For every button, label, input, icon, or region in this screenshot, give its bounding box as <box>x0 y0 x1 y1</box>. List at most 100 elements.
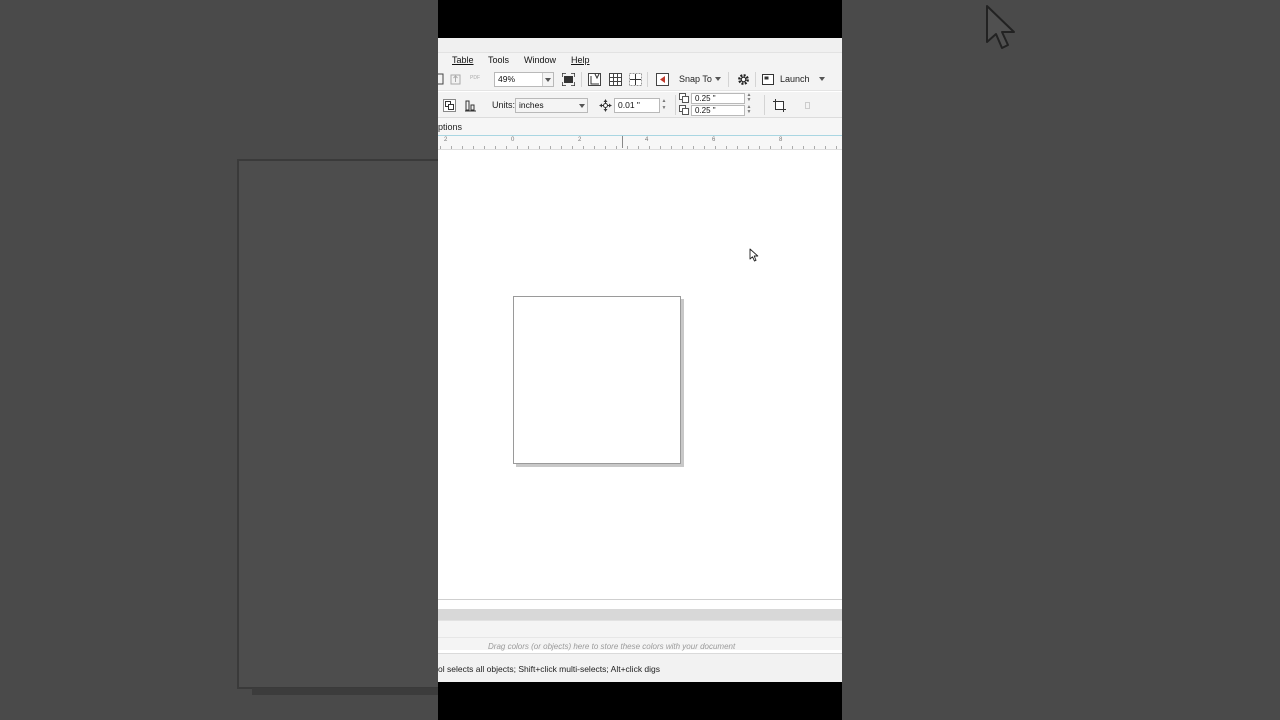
page-layout-icon[interactable] <box>442 98 456 112</box>
ruler-minor-tick <box>473 146 474 149</box>
units-select[interactable]: inches <box>515 98 588 113</box>
pdf-icon-label: PDF <box>470 75 480 81</box>
zoom-level-field[interactable]: 49% <box>494 72 554 87</box>
menu-table[interactable]: Table <box>452 55 474 65</box>
ruler-tick-label: 8 <box>779 137 783 143</box>
menu-help[interactable]: Help <box>571 55 590 65</box>
toolbar-separator <box>728 72 729 87</box>
status-text: ol selects all objects; Shift+click mult… <box>438 664 661 674</box>
ruler-minor-tick <box>715 146 716 149</box>
zoom-dropdown-button[interactable] <box>542 73 553 86</box>
status-bar: ol selects all objects; Shift+click mult… <box>438 653 842 682</box>
ruler-minor-tick <box>583 146 584 149</box>
ruler-minor-tick <box>704 146 705 149</box>
toolbar-separator <box>647 72 648 87</box>
document-palette[interactable]: Drag colors (or objects) here to store t… <box>438 620 842 651</box>
horizontal-ruler[interactable]: 2 0 2 4 6 8 <box>438 135 842 150</box>
duplicate-y-spinner[interactable]: ▲ ▼ <box>745 105 753 116</box>
ruler-minor-tick <box>484 146 485 149</box>
app-window: Table Tools Window Help PDF 49% Snap To … <box>438 0 842 720</box>
gear-icon[interactable] <box>736 72 750 86</box>
duplicate-x-value: 0.25 " <box>695 94 716 103</box>
duplicate-x-icon <box>678 93 690 103</box>
duplicate-y-icon <box>678 105 690 115</box>
nudge-distance-field[interactable]: 0.01 " <box>614 98 660 113</box>
ruler-tick-label: 2 <box>578 137 582 143</box>
ruler-minor-tick <box>814 146 815 149</box>
toolbar-separator <box>675 95 676 115</box>
app-content: Table Tools Window Help PDF 49% Snap To … <box>438 38 842 682</box>
ruler-minor-tick <box>451 146 452 149</box>
units-label: Units: <box>492 100 516 110</box>
ruler-minor-tick <box>539 146 540 149</box>
ruler-minor-tick <box>616 146 617 149</box>
ruler-minor-tick <box>682 146 683 149</box>
launch-icon[interactable] <box>761 72 775 86</box>
menu-tools[interactable]: Tools <box>488 55 509 65</box>
screen: Table Tools Window Help PDF 49% Snap To … <box>0 0 1280 720</box>
ruler-minor-tick <box>660 146 661 149</box>
drawing-canvas[interactable] <box>438 150 842 600</box>
ruler-minor-tick <box>836 146 837 149</box>
ruler-minor-tick <box>550 146 551 149</box>
ruler-minor-tick <box>649 146 650 149</box>
page-frame-icon[interactable] <box>772 98 786 112</box>
ruler-tick-label: 2 <box>444 137 448 143</box>
ruler-position-marker <box>622 136 623 148</box>
duplicate-x-field[interactable]: 0.25 " <box>691 93 745 104</box>
launch-chevron-down-icon[interactable] <box>819 77 825 81</box>
options-tab[interactable]: ptions <box>438 122 462 132</box>
snap-to-chevron-down-icon[interactable] <box>715 77 721 81</box>
ruler-tick-label: 4 <box>645 137 649 143</box>
units-value: inches <box>519 100 544 110</box>
nudge-spinner[interactable]: ▲ ▼ <box>660 98 668 113</box>
snap-to-label[interactable]: Snap To <box>679 74 712 84</box>
toolbar-separator <box>581 72 582 87</box>
show-guidelines-icon[interactable] <box>628 72 642 86</box>
ruler-tick-label: 6 <box>712 137 716 143</box>
ruler-minor-tick <box>638 146 639 149</box>
ruler-minor-tick <box>517 146 518 149</box>
disabled-option-icon <box>800 98 814 112</box>
ruler-minor-tick <box>671 146 672 149</box>
ruler-minor-tick <box>825 146 826 149</box>
arrow-cursor-icon <box>986 5 1015 49</box>
launch-label[interactable]: Launch <box>780 74 810 84</box>
ruler-minor-tick <box>506 146 507 149</box>
ruler-minor-tick <box>693 146 694 149</box>
ruler-minor-tick <box>737 146 738 149</box>
export-icon[interactable] <box>449 72 463 86</box>
zoom-level-value: 49% <box>498 74 516 84</box>
align-bottom-icon[interactable] <box>463 98 477 112</box>
ruler-minor-tick <box>528 146 529 149</box>
palette-divider <box>438 637 842 638</box>
chevron-down-icon <box>545 78 551 82</box>
ruler-minor-tick <box>726 146 727 149</box>
show-rulers-icon[interactable] <box>587 72 601 86</box>
full-screen-icon[interactable] <box>561 72 575 86</box>
docker-tab-strip: ptions <box>438 118 842 135</box>
ruler-minor-tick <box>748 146 749 149</box>
ruler-minor-tick <box>792 146 793 149</box>
publish-pdf-icon[interactable]: PDF <box>468 71 482 85</box>
ruler-minor-tick <box>594 146 595 149</box>
open-icon[interactable] <box>438 72 446 86</box>
show-grid-icon[interactable] <box>608 72 622 86</box>
menu-window[interactable]: Window <box>524 55 556 65</box>
standard-toolbar: PDF 49% Snap To Launch <box>438 68 842 91</box>
ruler-minor-tick <box>627 146 628 149</box>
background-page-shadow <box>252 688 447 695</box>
duplicate-y-field[interactable]: 0.25 " <box>691 105 745 116</box>
menu-bar: Table Tools Window Help <box>438 53 842 68</box>
chevron-down-icon <box>579 104 585 108</box>
horizontal-scrollbar[interactable] <box>438 609 842 620</box>
background-blurred-page <box>237 159 447 689</box>
snap-icon[interactable] <box>655 72 669 86</box>
ruler-minor-tick <box>770 146 771 149</box>
duplicate-x-spinner[interactable]: ▲ ▼ <box>745 93 753 104</box>
duplicate-y-value: 0.25 " <box>695 106 716 115</box>
arrow-cursor-icon <box>749 248 759 262</box>
title-bar <box>438 38 842 53</box>
document-page[interactable] <box>513 296 681 464</box>
nudge-distance-value: 0.01 " <box>618 100 640 110</box>
